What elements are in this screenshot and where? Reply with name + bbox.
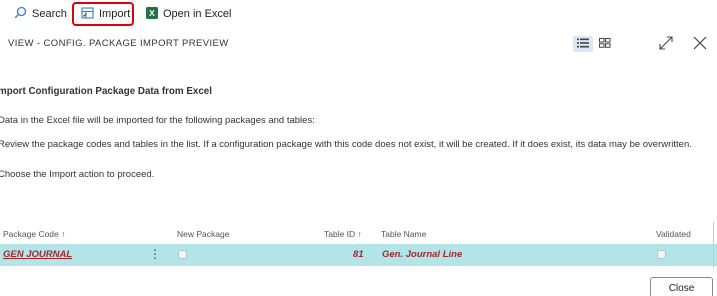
- column-header-table-name[interactable]: Table Name: [381, 229, 426, 239]
- tile-view-button[interactable]: [595, 36, 615, 52]
- svg-text:X: X: [149, 8, 155, 18]
- column-header-label: Table ID: [324, 229, 356, 239]
- instruction-paragraph-1: Data in the Excel file will be imported …: [0, 115, 315, 126]
- table-id-cell: 81: [353, 249, 364, 260]
- column-header-label: Package Code: [3, 229, 59, 239]
- section-heading: mport Configuration Package Data from Ex…: [0, 86, 212, 97]
- grid-header: Package Code ↑ New Package Table ID ↑ Ta…: [0, 225, 717, 243]
- instruction-paragraph-3: Choose the Import action to proceed.: [0, 169, 155, 180]
- close-window-button[interactable]: [691, 36, 709, 54]
- search-label: Search: [32, 8, 67, 20]
- action-bar: Search Import X Open in Excel: [0, 0, 717, 28]
- column-header-table-id[interactable]: Table ID ↑: [324, 229, 362, 239]
- import-label: Import: [99, 8, 131, 20]
- import-icon: [81, 6, 94, 22]
- column-header-validated[interactable]: Validated: [656, 229, 691, 239]
- sort-ascending-icon: ↑: [61, 229, 66, 239]
- open-in-excel-label: Open in Excel: [163, 8, 232, 20]
- tile-view-icon: [599, 35, 611, 53]
- search-icon: [14, 6, 27, 22]
- validated-checkbox[interactable]: [657, 250, 666, 259]
- column-header-new-package[interactable]: New Package: [177, 229, 229, 239]
- instruction-paragraph-2: Review the package codes and tables in t…: [0, 139, 692, 150]
- sort-ascending-icon: ↑: [357, 229, 362, 239]
- close-button[interactable]: Close: [650, 277, 713, 296]
- more-actions-icon[interactable]: ⋮: [149, 247, 161, 261]
- search-button[interactable]: Search: [14, 3, 67, 25]
- list-view-icon: [577, 35, 589, 53]
- open-in-excel-button[interactable]: X Open in Excel: [146, 3, 231, 25]
- table-name-cell: Gen. Journal Line: [382, 249, 463, 260]
- list-view-button[interactable]: [573, 36, 593, 52]
- column-header-package-code[interactable]: Package Code ↑: [3, 229, 65, 239]
- excel-icon: X: [146, 6, 158, 22]
- expand-icon: [658, 35, 674, 56]
- expand-button[interactable]: [657, 35, 675, 56]
- page-header: VIEW - CONFIG. PACKAGE IMPORT PREVIEW: [0, 28, 717, 62]
- import-button[interactable]: Import: [72, 2, 134, 26]
- close-icon: [692, 35, 708, 56]
- grid-right-border: [713, 222, 714, 268]
- page-title: VIEW - CONFIG. PACKAGE IMPORT PREVIEW: [8, 38, 229, 49]
- package-code-link[interactable]: GEN JOURNAL: [3, 249, 72, 260]
- table-row[interactable]: GEN JOURNAL ⋮ 81 Gen. Journal Line: [0, 244, 717, 266]
- new-package-checkbox[interactable]: [178, 250, 187, 259]
